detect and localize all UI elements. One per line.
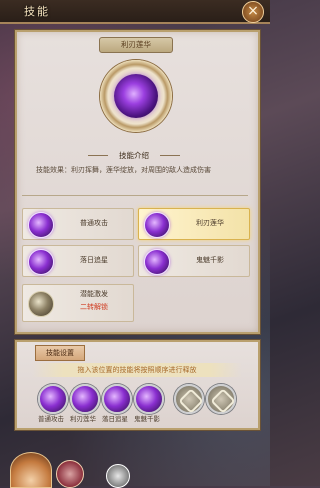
drag-hint: 拖入该位置的技能将按照顺序进行释放	[32, 363, 242, 377]
purple-slash-icon	[28, 212, 54, 238]
skill-card-potential[interactable]: 潜能激发 二转解锁	[22, 284, 134, 322]
menu-button-right[interactable]	[106, 464, 130, 488]
skill-card-label: 普通攻击	[80, 219, 108, 227]
skill-slot-2[interactable]	[70, 384, 100, 414]
skill-slot-6[interactable]	[206, 384, 236, 414]
skill-slot-5[interactable]	[174, 384, 204, 414]
skill-card-blade-lotus[interactable]: 利刃莲华	[138, 208, 250, 240]
slot-label: 鬼魅千影	[134, 415, 160, 423]
skill-name-plaque: 利刃莲华	[99, 37, 173, 53]
window-title: 技能	[24, 5, 50, 18]
close-button[interactable]: ×	[242, 1, 264, 23]
skill-card-label: 落日追星	[80, 256, 108, 264]
locked-potential-icon	[28, 291, 54, 317]
purple-star-icon	[28, 249, 54, 275]
skill-slot-1[interactable]	[38, 384, 68, 414]
skill-card-label: 鬼魅千影	[196, 256, 224, 264]
selected-skill-icon-frame	[100, 60, 172, 132]
skill-card-ghost-shadow[interactable]: 鬼魅千影	[138, 245, 250, 277]
purple-lotus-icon	[144, 212, 170, 238]
title-bar: 技能 ×	[0, 0, 270, 24]
menu-button-mid[interactable]	[56, 460, 84, 488]
menu-button-left[interactable]	[10, 452, 52, 488]
skill-card-normal-attack[interactable]: 普通攻击	[22, 208, 134, 240]
skill-effect-text: 技能效果：利刃挥舞，莲华绽放，对周围的敌人造成伤害	[36, 166, 211, 174]
unlock-requirement: 二转解锁	[80, 303, 108, 311]
purple-lotus-icon	[114, 74, 158, 118]
skill-card-sunset-chase[interactable]: 落日追星	[22, 245, 134, 277]
divider	[22, 195, 248, 196]
skill-slot-4[interactable]	[134, 384, 164, 414]
skill-intro-heading: 技能介绍	[88, 149, 180, 162]
purple-shadow-icon	[144, 249, 170, 275]
skill-slot-3[interactable]	[102, 384, 132, 414]
tab-skill-settings[interactable]: 技能设置	[35, 345, 85, 361]
skill-card-label: 利刃莲华	[196, 219, 224, 227]
skill-card-label: 潜能激发	[80, 290, 108, 298]
